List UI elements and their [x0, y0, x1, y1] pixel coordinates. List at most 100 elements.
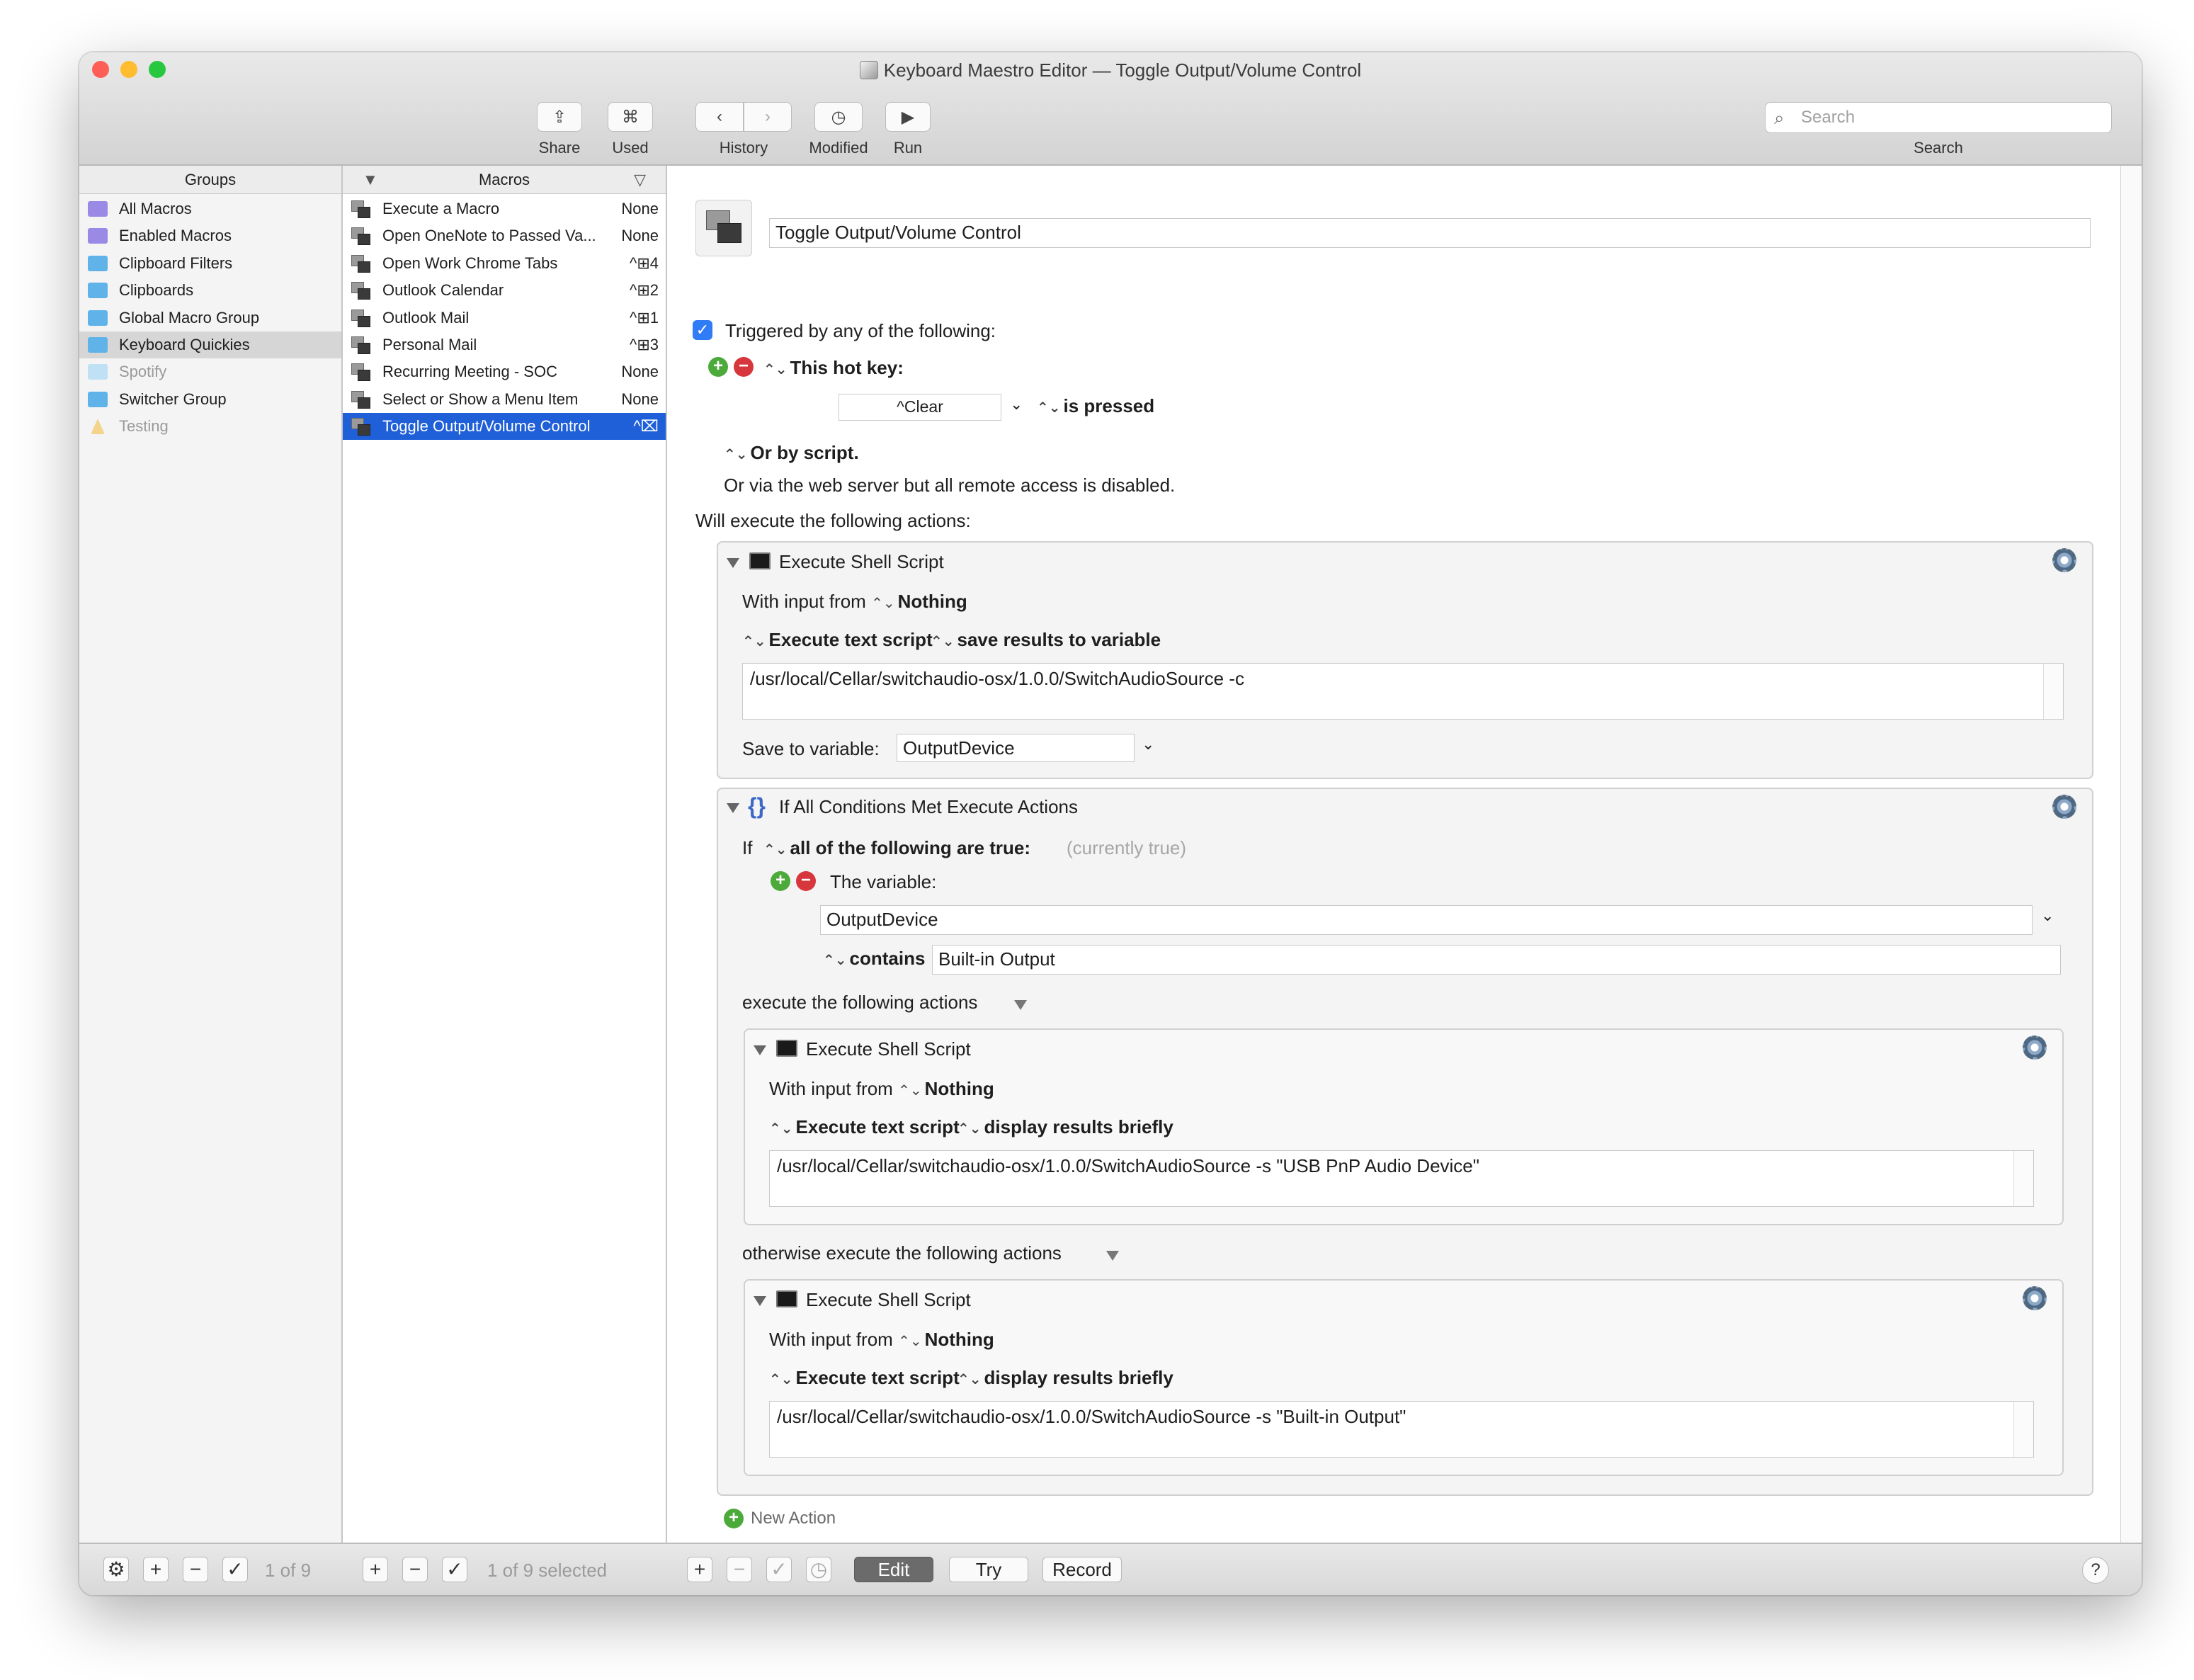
input-popup[interactable]: Nothing: [925, 1078, 994, 1099]
remove-group-button[interactable]: −: [183, 1557, 208, 1582]
action-if-all-conditions[interactable]: {} If All Conditions Met Execute Actions…: [717, 788, 2093, 1496]
history-forward-button[interactable]: ›: [744, 102, 792, 132]
record-button[interactable]: Record: [1042, 1557, 1122, 1582]
script-mode-popup[interactable]: ⌃⌄ Execute text script: [769, 1367, 960, 1389]
save-variable-field[interactable]: OutputDevice: [897, 734, 1135, 762]
else-execute-shell-script[interactable]: Execute Shell Script With input from ⌃⌄ N…: [744, 1279, 2064, 1476]
group-row[interactable]: Global Macro Group: [79, 305, 341, 331]
try-button[interactable]: Try: [949, 1557, 1028, 1582]
remove-condition-icon[interactable]: −: [796, 871, 816, 891]
group-row[interactable]: All Macros: [79, 195, 341, 222]
script-textarea[interactable]: /usr/local/Cellar/switchaudio-osx/1.0.0/…: [742, 663, 2064, 720]
macro-row[interactable]: Outlook Mail ^⊞1: [343, 305, 666, 331]
gear-icon[interactable]: [2052, 548, 2076, 572]
timer-action-button[interactable]: ◷: [806, 1557, 831, 1582]
add-group-button[interactable]: +: [143, 1557, 169, 1582]
macro-row[interactable]: Open Work Chrome Tabs ^⊞4: [343, 250, 666, 277]
groups-header[interactable]: Groups: [79, 166, 341, 194]
macro-hotkey: ^⊞3: [630, 336, 659, 353]
condition-match-popup[interactable]: ⌃⌄ all of the following are true:: [763, 837, 1030, 859]
input-popup[interactable]: Nothing: [898, 591, 967, 612]
group-row[interactable]: Clipboards: [79, 277, 341, 304]
help-button[interactable]: ?: [2082, 1557, 2109, 1584]
remove-trigger-icon[interactable]: −: [734, 357, 754, 377]
history-back-button[interactable]: ‹: [695, 102, 744, 132]
macro-row[interactable]: Toggle Output/Volume Control ^⌧: [343, 413, 666, 441]
search-input[interactable]: ⌕ Search: [1765, 102, 2112, 133]
macro-row[interactable]: Personal Mail ^⊞3: [343, 331, 666, 358]
macro-icon[interactable]: [695, 200, 752, 256]
new-action-button[interactable]: New Action: [751, 1509, 836, 1528]
add-trigger-icon[interactable]: +: [708, 357, 728, 377]
run-button[interactable]: ▶: [885, 102, 931, 132]
add-condition-icon[interactable]: +: [771, 871, 790, 891]
condition-variable-chevron-down-icon[interactable]: ⌄: [2041, 907, 2054, 925]
used-button[interactable]: ⌘: [608, 102, 653, 132]
condition-variable-field[interactable]: OutputDevice: [820, 905, 2033, 935]
script-textarea[interactable]: /usr/local/Cellar/switchaudio-osx/1.0.0/…: [769, 1150, 2034, 1207]
gear-icon[interactable]: [2052, 795, 2076, 819]
contains-popup[interactable]: ⌃⌄ contains: [823, 948, 925, 970]
result-mode-popup[interactable]: ⌃⌄ save results to variable: [931, 629, 1161, 651]
macro-row[interactable]: Open OneNote to Passed Va... None: [343, 222, 666, 249]
action-execute-shell-script[interactable]: Execute Shell Script With input from ⌃⌄ N…: [717, 541, 2093, 779]
group-row[interactable]: Keyboard Quickies: [79, 331, 341, 358]
result-mode-popup[interactable]: ⌃⌄ display results briefly: [957, 1116, 1173, 1138]
enable-group-button[interactable]: ✓: [222, 1557, 248, 1582]
new-action-icon[interactable]: +: [724, 1509, 744, 1528]
macros-header[interactable]: ▼ Macros ▽: [343, 166, 666, 194]
share-label: Share: [538, 139, 581, 157]
filter-triangle-icon[interactable]: ▽: [634, 166, 646, 194]
remove-macro-button[interactable]: −: [402, 1557, 428, 1582]
sort-triangle-icon[interactable]: ▼: [363, 166, 378, 194]
macro-name-field[interactable]: Toggle Output/Volume Control: [769, 218, 2091, 248]
add-action-button[interactable]: +: [687, 1557, 712, 1582]
contains-value-field[interactable]: Built-in Output: [932, 945, 2061, 975]
result-mode-popup[interactable]: ⌃⌄ display results briefly: [957, 1367, 1173, 1389]
is-pressed-popup[interactable]: ⌃⌄ is pressed: [1037, 395, 1154, 417]
share-icon: ⇪: [552, 107, 567, 127]
disclosure-triangle-icon[interactable]: [754, 1045, 766, 1055]
disclosure-triangle-icon[interactable]: [727, 558, 739, 568]
gear-icon[interactable]: [2023, 1035, 2047, 1060]
group-row[interactable]: Spotify: [79, 358, 341, 385]
gear-icon[interactable]: [2023, 1286, 2047, 1310]
condition-type-label[interactable]: The variable:: [830, 871, 936, 893]
group-label: Testing: [119, 417, 169, 436]
or-by-script-popup[interactable]: ⌃⌄ Or by script.: [724, 442, 859, 464]
script-textarea[interactable]: /usr/local/Cellar/switchaudio-osx/1.0.0/…: [769, 1401, 2034, 1458]
hotkey-field[interactable]: ^Clear: [839, 394, 1001, 421]
enable-action-button[interactable]: ✓: [766, 1557, 792, 1582]
input-popup[interactable]: Nothing: [925, 1329, 994, 1350]
disclosure-triangle-icon[interactable]: [727, 803, 739, 813]
group-row[interactable]: Switcher Group: [79, 386, 341, 413]
macro-row[interactable]: Outlook Calendar ^⊞2: [343, 277, 666, 304]
add-macro-button[interactable]: +: [363, 1557, 388, 1582]
hotkey-chevron-down-icon[interactable]: ⌄: [1010, 395, 1023, 414]
enable-macro-button[interactable]: ✓: [442, 1557, 467, 1582]
disclosure-triangle-icon[interactable]: [754, 1296, 766, 1306]
group-settings-button[interactable]: ⚙: [103, 1557, 129, 1582]
editor-scrollbar[interactable]: [2120, 166, 2142, 1543]
then-execute-shell-script[interactable]: Execute Shell Script With input from ⌃⌄ N…: [744, 1028, 2064, 1225]
modified-button[interactable]: ◷: [814, 102, 863, 132]
group-row[interactable]: Clipboard Filters: [79, 250, 341, 277]
trigger-type-popup[interactable]: ⌃⌄ This hot key:: [763, 357, 904, 379]
variable-chevron-down-icon[interactable]: ⌄: [1142, 735, 1154, 754]
triggered-checkbox[interactable]: ✓: [693, 320, 712, 340]
script-mode-popup[interactable]: ⌃⌄ Execute text script: [769, 1116, 960, 1138]
macro-row[interactable]: Select or Show a Menu Item None: [343, 386, 666, 413]
minus-icon: −: [733, 1558, 746, 1580]
execute-menu-triangle-icon[interactable]: [1014, 1000, 1027, 1010]
macro-icon: [351, 309, 370, 327]
macro-row[interactable]: Execute a Macro None: [343, 195, 666, 222]
group-row[interactable]: Enabled Macros: [79, 222, 341, 249]
group-row[interactable]: Testing: [79, 413, 341, 440]
otherwise-menu-triangle-icon[interactable]: [1106, 1251, 1119, 1261]
script-mode-popup[interactable]: ⌃⌄ Execute text script: [742, 629, 933, 651]
terminal-icon: [776, 1040, 797, 1057]
remove-action-button[interactable]: −: [727, 1557, 752, 1582]
edit-mode-button[interactable]: Edit: [854, 1557, 933, 1582]
share-button[interactable]: ⇪: [537, 102, 582, 132]
macro-row[interactable]: Recurring Meeting - SOC None: [343, 358, 666, 385]
